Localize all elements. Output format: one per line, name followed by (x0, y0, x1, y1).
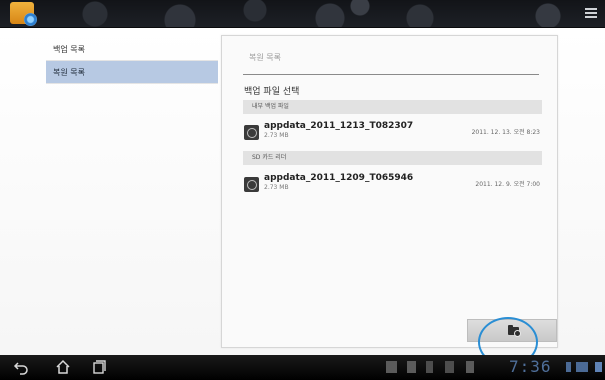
wifi-icon (566, 362, 571, 372)
menu-item-restore-list[interactable]: 복원 목록 (46, 61, 218, 84)
app-backup-icon[interactable] (10, 2, 37, 26)
file-size: 2.73 MB (264, 184, 289, 191)
folder-restore-icon (508, 325, 521, 337)
section-header-internal: 내부 백업 파일 (243, 100, 542, 114)
menu-item-label: 복원 목록 (53, 68, 85, 77)
section-header-sd-card: SD 카드 리더 (243, 151, 542, 165)
usb-icon (426, 361, 433, 373)
file-icon (407, 361, 416, 373)
status-clock[interactable]: 7:36 (509, 357, 552, 376)
file-date: 2011. 12. 9. 오전 7:00 (475, 181, 540, 188)
left-menu: 백업 목록 복원 목록 (46, 38, 218, 84)
file-name: appdata_2011_1209_T065946 (264, 173, 414, 183)
backup-file-row[interactable]: appdata_2011_1209_T065946 2.73 MB 2011. … (243, 171, 542, 199)
main-content: 백업 목록 복원 목록 복원 목록 백업 파일 선택 내부 백업 파일 appd… (0, 28, 605, 355)
file-date: 2011. 12. 13. 오전 8:23 (471, 129, 540, 136)
home-icon[interactable] (54, 359, 72, 376)
file-size: 2.73 MB (264, 132, 289, 139)
recent-apps-icon[interactable] (90, 359, 108, 376)
keyboard-icon (445, 361, 454, 373)
file-name: appdata_2011_1213_T082307 (264, 121, 414, 131)
backup-file-icon (244, 177, 259, 192)
action-bar (0, 0, 605, 28)
menu-item-label: 백업 목록 (53, 45, 85, 54)
status-icons[interactable] (566, 360, 604, 374)
lock-icon (466, 361, 474, 373)
restore-panel: 복원 목록 백업 파일 선택 내부 백업 파일 appdata_2011_121… (221, 35, 558, 348)
signal-icon (576, 362, 588, 372)
system-bar: 7:36 (0, 355, 605, 380)
back-icon[interactable] (12, 359, 30, 376)
menu-item-backup-list[interactable]: 백업 목록 (46, 38, 218, 61)
divider (243, 74, 539, 75)
select-backup-heading: 백업 파일 선택 (244, 87, 300, 97)
backup-file-icon (244, 125, 259, 140)
panel-title: 복원 목록 (249, 53, 281, 62)
overflow-menu-icon[interactable] (585, 8, 597, 20)
restore-from-folder-button[interactable] (467, 319, 557, 342)
battery-icon (595, 362, 602, 372)
backup-file-row[interactable]: appdata_2011_1213_T082307 2.73 MB 2011. … (243, 119, 542, 147)
screenshot-icon (386, 361, 397, 373)
